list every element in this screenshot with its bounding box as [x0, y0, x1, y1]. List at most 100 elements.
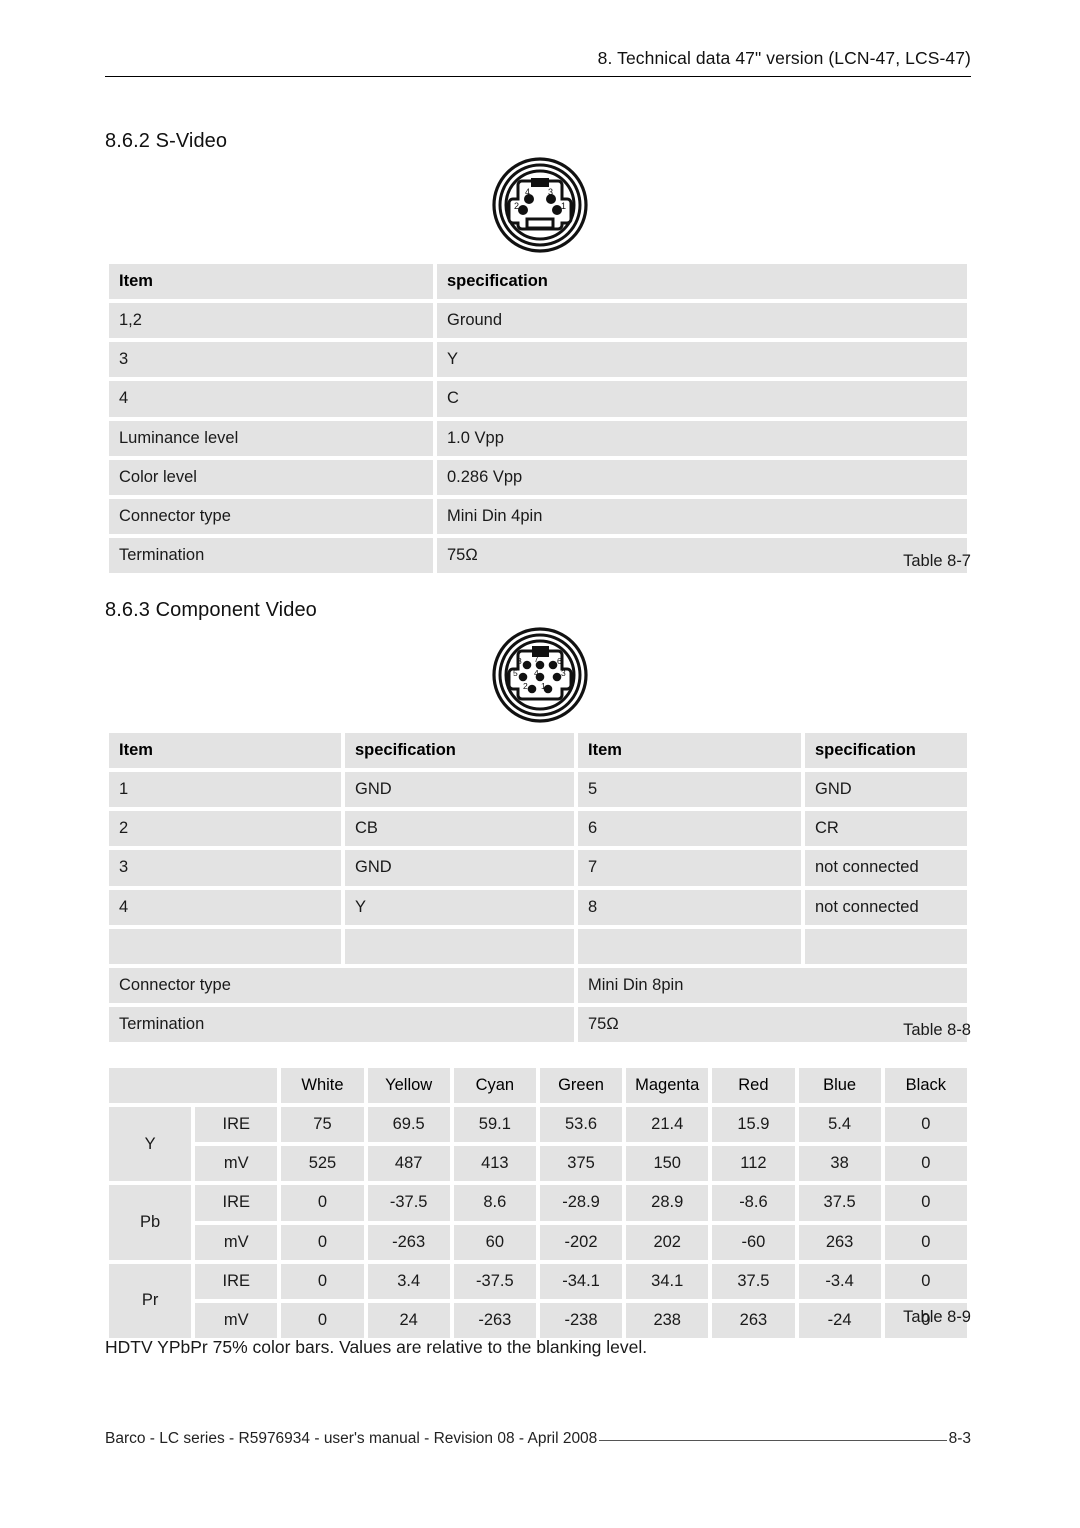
cell-item-right: 5 [578, 772, 801, 808]
table-row: 4 C [109, 381, 967, 417]
cell-value: 0 [884, 1146, 967, 1182]
cell-value: 21.4 [626, 1107, 709, 1143]
column-header-specification-right: specification [805, 733, 967, 769]
column-header-yellow: Yellow [367, 1068, 450, 1104]
column-header-magenta: Magenta [626, 1068, 709, 1104]
table-header-row: White Yellow Cyan Green Magenta Red Blue… [109, 1068, 967, 1104]
table-row: 4 Y 8 not connected [109, 889, 967, 925]
cell-value: -28.9 [539, 1185, 623, 1221]
table-row: mV 525 487 413 375 150 112 38 0 [109, 1146, 967, 1182]
cell-item: Color level [109, 459, 433, 495]
table-row: Connector type Mini Din 8pin [109, 967, 967, 1003]
table-row: 2 CB 6 CR [109, 811, 967, 847]
svg-text:3: 3 [561, 668, 566, 678]
running-header: 8. Technical data 47" version (LCN-47, L… [597, 48, 971, 68]
row-group-label-y: Y [109, 1107, 192, 1182]
cell-value: 0 [884, 1107, 967, 1143]
cell-value: -37.5 [367, 1185, 450, 1221]
svg-text:6: 6 [557, 656, 562, 666]
header-divider [105, 76, 971, 77]
svg-text:1: 1 [541, 681, 546, 691]
cell-connector-type-value: Mini Din 8pin [578, 967, 967, 1003]
column-header-black: Black [884, 1068, 967, 1104]
cell-specification-left: Y [345, 889, 574, 925]
cell-value: 263 [798, 1224, 881, 1260]
cell-connector-type-label: Connector type [109, 967, 574, 1003]
table-header-row: Item specification Item specification [109, 733, 967, 769]
table-row: 3 GND 7 not connected [109, 850, 967, 886]
cell-specification: 1.0 Vpp [437, 420, 967, 456]
footer-text: Barco - LC series - R5976934 - user's ma… [105, 1430, 598, 1447]
column-header-specification: specification [437, 264, 967, 300]
cell-value: 69.5 [367, 1107, 450, 1143]
page-footer: Barco - LC series - R5976934 - user's ma… [105, 1428, 971, 1450]
svg-text:8: 8 [517, 656, 522, 666]
mini-din-4pin-connector-figure: 4 3 2 1 [0, 157, 1080, 253]
svg-text:3: 3 [548, 187, 553, 197]
column-header-item-right: Item [578, 733, 801, 769]
cell-specification: Mini Din 4pin [437, 498, 967, 534]
column-header-green: Green [539, 1068, 623, 1104]
cell-specification: Ground [437, 303, 967, 339]
unit-label: IRE [195, 1107, 278, 1143]
cell-specification: C [437, 381, 967, 417]
table-body: 1 GND 5 GND 2 CB 6 CR 3 GND 7 not connec… [109, 772, 967, 1043]
column-header-item-left: Item [109, 733, 341, 769]
cell-item-right: 8 [578, 889, 801, 925]
cell-value: -263 [367, 1224, 450, 1260]
cell-item-left: 2 [109, 811, 341, 847]
cell-value: 413 [453, 1146, 536, 1182]
table-row: 1 GND 5 GND [109, 772, 967, 808]
table-caption-8-9: Table 8-9 [903, 1308, 971, 1326]
mini-din-4pin-connector-icon: 4 3 2 1 [492, 157, 588, 253]
cell-item-right: 6 [578, 811, 801, 847]
table-row: 1,2 Ground [109, 303, 967, 339]
column-header-specification-left: specification [345, 733, 574, 769]
cell-value: 8.6 [453, 1185, 536, 1221]
cell-empty [578, 928, 801, 964]
cell-item: Connector type [109, 498, 433, 534]
cell-specification-left: GND [345, 772, 574, 808]
row-group-label-pb: Pb [109, 1185, 192, 1260]
cell-item: 1,2 [109, 303, 433, 339]
cell-specification: 0.286 Vpp [437, 459, 967, 495]
mini-din-8pin-connector-icon: 8 7 6 5 4 3 2 1 [492, 627, 588, 723]
svg-text:7: 7 [534, 654, 539, 664]
table-head: White Yellow Cyan Green Magenta Red Blue… [109, 1068, 967, 1104]
column-header-cyan: Cyan [453, 1068, 536, 1104]
svg-text:2: 2 [514, 201, 519, 211]
cell-specification-left: GND [345, 850, 574, 886]
cell-value: 15.9 [712, 1107, 795, 1143]
footer-divider [599, 1439, 947, 1441]
cell-value: 0 [281, 1263, 364, 1299]
table-row: Luminance level 1.0 Vpp [109, 420, 967, 456]
svg-text:1: 1 [561, 201, 566, 211]
document-page: 8. Technical data 47" version (LCN-47, L… [0, 0, 1080, 1528]
cell-value: 34.1 [626, 1263, 709, 1299]
table-row-empty [109, 928, 967, 964]
table-row: Pb IRE 0 -37.5 8.6 -28.9 28.9 -8.6 37.5 … [109, 1185, 967, 1260]
cell-value: 487 [367, 1146, 450, 1182]
cell-empty [805, 928, 967, 964]
table-caption-8-7: Table 8-7 [903, 552, 971, 570]
cell-specification-right: GND [805, 772, 967, 808]
cell-value: 0 [884, 1185, 967, 1221]
cell-value: 28.9 [626, 1185, 709, 1221]
cell-value: 5.4 [798, 1107, 881, 1143]
table-body: 1,2 Ground 3 Y 4 C Luminance level 1.0 V… [109, 303, 967, 574]
cell-value: 0 [884, 1224, 967, 1260]
heading-component-video: 8.6.3 Component Video [105, 599, 317, 621]
cell-value: 375 [539, 1146, 623, 1182]
svg-text:4: 4 [534, 668, 539, 678]
component-video-pinout-table: Item specification Item specification 1 … [105, 729, 971, 1046]
corner-header [109, 1068, 278, 1104]
cell-specification-right: not connected [805, 850, 967, 886]
cell-value: -60 [712, 1224, 795, 1260]
cell-specification-right: CR [805, 811, 967, 847]
svg-text:2: 2 [523, 681, 528, 691]
svg-text:5: 5 [513, 668, 518, 678]
page-number: 8-3 [948, 1430, 971, 1447]
cell-value: 0 [884, 1263, 967, 1299]
table-row: Color level 0.286 Vpp [109, 459, 967, 495]
cell-value: -34.1 [539, 1263, 623, 1299]
